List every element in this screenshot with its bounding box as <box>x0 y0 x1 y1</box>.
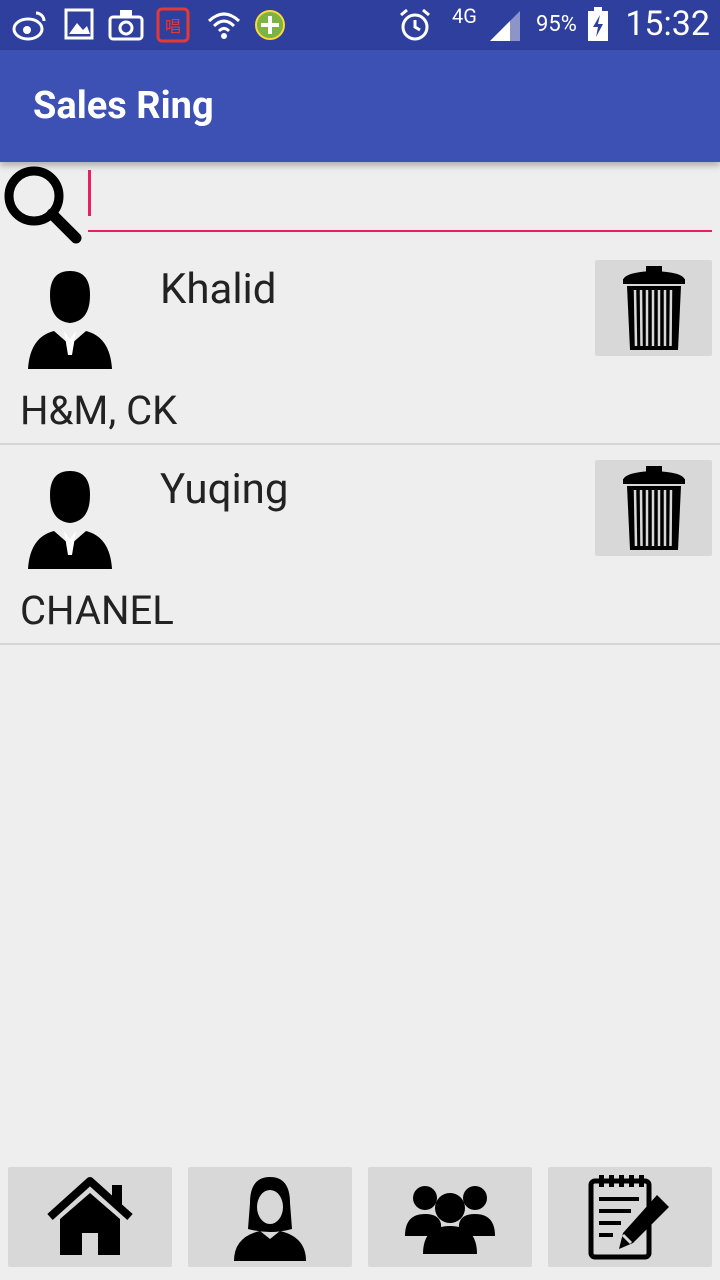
list-item[interactable]: Khalid H&M, CK <box>0 245 720 445</box>
weibo-icon <box>12 11 46 41</box>
text-cursor <box>88 170 91 216</box>
app-title: Sales Ring <box>33 84 214 128</box>
profile-button[interactable] <box>188 1167 352 1267</box>
svg-text:唱: 唱 <box>165 17 181 36</box>
delete-button[interactable] <box>595 460 712 556</box>
home-icon <box>47 1177 133 1255</box>
network-type: 4G <box>452 4 477 28</box>
contact-name: Khalid <box>160 265 277 314</box>
contact-brands: CHANEL <box>20 587 174 634</box>
businessman-avatar-icon <box>28 271 112 369</box>
changba-icon: 唱 <box>156 7 190 43</box>
gallery-icon <box>64 8 94 40</box>
wifi-icon <box>207 12 241 39</box>
list-item[interactable]: Yuqing CHANEL <box>0 445 720 645</box>
camera-icon <box>108 10 144 41</box>
app-bar: Sales Ring <box>0 50 720 162</box>
alarm-icon <box>400 8 430 41</box>
group-button[interactable] <box>368 1167 532 1267</box>
battery-percent: 95% <box>536 12 577 37</box>
status-bar: 唱 4G 95% 15:32 <box>0 0 720 50</box>
home-button[interactable] <box>8 1167 172 1267</box>
contact-name: Yuqing <box>160 465 289 514</box>
search-input[interactable] <box>88 170 712 232</box>
battery-charging-icon <box>588 7 608 41</box>
signal-icon <box>490 11 520 41</box>
contact-brands: H&M, CK <box>20 387 178 434</box>
plus-app-icon <box>255 10 285 40</box>
trash-icon <box>623 266 685 350</box>
status-time: 15:32 <box>625 4 710 44</box>
woman-profile-icon <box>234 1177 306 1261</box>
search-icon[interactable] <box>0 162 84 246</box>
trash-icon <box>623 466 685 550</box>
notepad-icon <box>588 1175 669 1260</box>
businessman-avatar-icon <box>28 471 112 569</box>
notes-button[interactable] <box>548 1167 712 1267</box>
delete-button[interactable] <box>595 260 712 356</box>
group-icon <box>405 1186 495 1254</box>
